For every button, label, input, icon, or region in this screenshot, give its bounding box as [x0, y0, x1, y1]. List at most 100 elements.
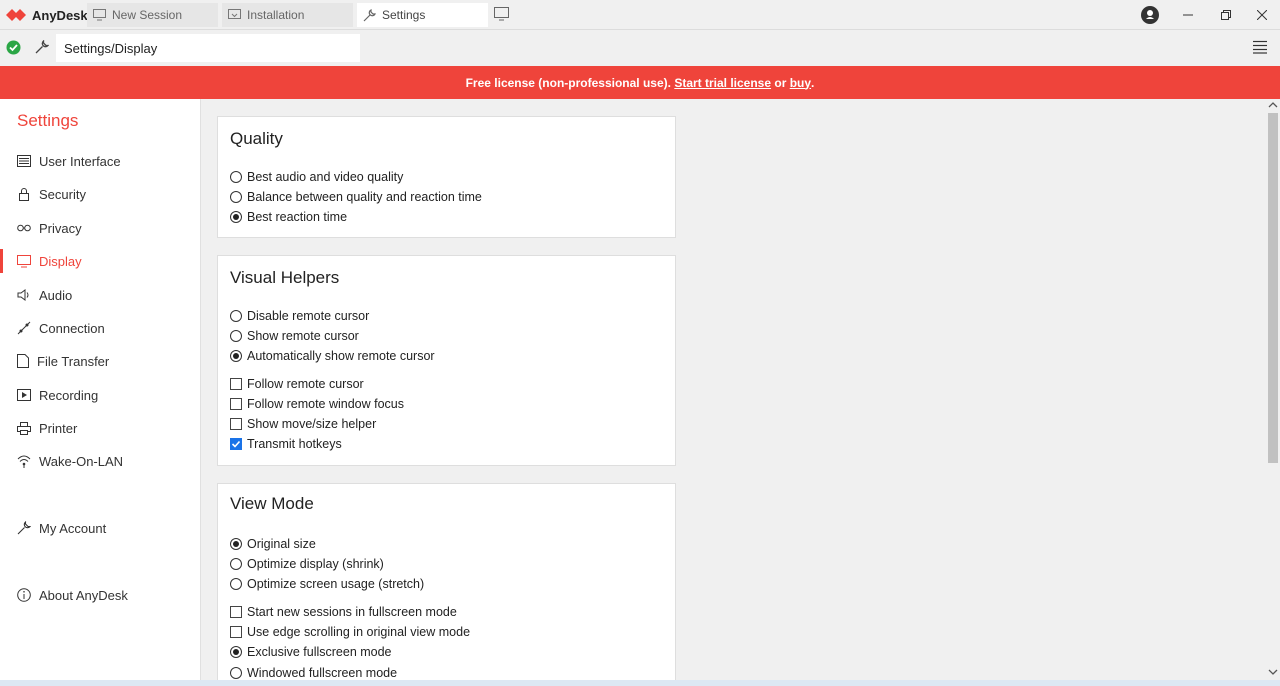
radio-optimize-stretch[interactable]: Optimize screen usage (stretch) — [230, 575, 424, 593]
sidebar-item-my-account[interactable]: My Account — [0, 514, 200, 542]
radio-button[interactable] — [230, 538, 242, 550]
checkbox-edge-scrolling[interactable]: Use edge scrolling in original view mode — [230, 623, 470, 641]
view-mode-card: View Mode Original size Optimize display… — [217, 483, 676, 680]
checkbox-follow-focus[interactable]: Follow remote window focus — [230, 395, 404, 413]
restore-icon — [1221, 10, 1231, 20]
scrollbar-thumb[interactable] — [1268, 113, 1278, 463]
close-button[interactable] — [1244, 0, 1280, 30]
banner-text-or: or — [771, 75, 790, 90]
tab-installation[interactable]: Installation — [222, 3, 353, 27]
settings-content: Quality Best audio and video quality Bal… — [201, 99, 1266, 680]
radio-button[interactable] — [230, 350, 242, 362]
connected-check-icon — [6, 40, 21, 55]
option-label: Follow remote window focus — [247, 397, 405, 411]
sidebar-item-label: About AnyDesk — [39, 587, 128, 603]
sidebar-item-label: Display — [39, 253, 82, 269]
sidebar-item-connection[interactable]: Connection — [0, 314, 200, 342]
keyboard-icon — [17, 155, 31, 167]
radio-button[interactable] — [230, 171, 242, 183]
radio-best-reaction[interactable]: Best reaction time — [230, 208, 347, 226]
tab-settings[interactable]: Settings — [357, 3, 488, 27]
option-label: Show move/size helper — [247, 417, 377, 431]
checkbox-move-size-helper[interactable]: Show move/size helper — [230, 415, 376, 433]
info-icon — [17, 588, 31, 602]
checkbox-follow-cursor[interactable]: Follow remote cursor — [230, 375, 364, 393]
vertical-scrollbar[interactable] — [1266, 99, 1280, 680]
printer-icon — [17, 421, 31, 435]
sidebar-item-label: Recording — [39, 387, 99, 403]
taskbar-edge — [0, 680, 1280, 686]
monitor-icon — [17, 254, 31, 267]
checkbox-transmit-hotkeys[interactable]: Transmit hotkeys — [230, 435, 342, 453]
address-path: Settings/Display — [64, 40, 158, 56]
option-label: Windowed fullscreen mode — [247, 666, 398, 680]
radio-button[interactable] — [230, 191, 242, 203]
checkbox[interactable] — [230, 438, 242, 450]
sidebar-item-about[interactable]: About AnyDesk — [0, 581, 200, 609]
app-brand: AnyDesk — [6, 0, 88, 30]
sidebar-title: Settings — [17, 111, 79, 130]
close-icon — [1257, 10, 1267, 20]
checkbox[interactable] — [230, 626, 242, 638]
connection-icon — [17, 321, 31, 335]
address-bar: Settings/Display — [0, 30, 1280, 66]
option-label: Follow remote cursor — [247, 377, 364, 391]
option-label: Use edge scrolling in original view mode — [247, 625, 471, 639]
option-label: Best audio and video quality — [247, 170, 404, 184]
sidebar-item-label: My Account — [39, 520, 107, 536]
sidebar-item-wake-on-lan[interactable]: Wake-On-LAN — [0, 447, 200, 475]
sidebar-item-privacy[interactable]: Privacy — [0, 214, 200, 242]
radio-button[interactable] — [230, 330, 242, 342]
sidebar-item-user-interface[interactable]: User Interface — [0, 147, 200, 175]
radio-exclusive-fullscreen[interactable]: Exclusive fullscreen mode — [230, 643, 392, 661]
license-banner: Free license (non-professional use). Sta… — [0, 66, 1280, 99]
sidebar-item-audio[interactable]: Audio — [0, 281, 200, 309]
radio-button[interactable] — [230, 578, 242, 590]
visual-helpers-card: Visual Helpers Disable remote cursor Sho… — [217, 255, 676, 466]
radio-show-cursor[interactable]: Show remote cursor — [230, 327, 359, 345]
checkbox[interactable] — [230, 418, 242, 430]
restore-button[interactable] — [1208, 0, 1244, 30]
tab-new-session[interactable]: New Session — [87, 3, 218, 27]
radio-button[interactable] — [230, 211, 242, 223]
buy-link[interactable]: buy — [790, 76, 811, 90]
radio-button[interactable] — [230, 667, 242, 679]
glasses-icon — [17, 224, 31, 232]
account-button[interactable] — [1132, 0, 1168, 30]
radio-windowed-fullscreen[interactable]: Windowed fullscreen mode — [230, 664, 397, 680]
sidebar-item-printer[interactable]: Printer — [0, 414, 200, 442]
sidebar-item-label: Connection — [39, 320, 105, 336]
radio-disable-cursor[interactable]: Disable remote cursor — [230, 307, 369, 325]
radio-button[interactable] — [230, 558, 242, 570]
new-tab-button[interactable] — [494, 7, 509, 24]
checkbox[interactable] — [230, 378, 242, 390]
radio-best-quality[interactable]: Best audio and video quality — [230, 168, 403, 186]
scroll-down-icon[interactable] — [1268, 668, 1278, 676]
radio-optimize-shrink[interactable]: Optimize display (shrink) — [230, 555, 384, 573]
start-trial-link[interactable]: Start trial license — [674, 76, 771, 90]
radio-original-size[interactable]: Original size — [230, 535, 316, 553]
menu-icon[interactable] — [1252, 40, 1268, 54]
wrench-icon — [35, 40, 49, 54]
account-icon — [1141, 6, 1159, 24]
radio-auto-cursor[interactable]: Automatically show remote cursor — [230, 347, 435, 365]
radio-button[interactable] — [230, 646, 242, 658]
checkbox[interactable] — [230, 398, 242, 410]
address-field[interactable]: Settings/Display — [56, 34, 360, 62]
tab-label: Installation — [247, 8, 305, 22]
wrench-icon — [17, 521, 31, 535]
checkbox[interactable] — [230, 606, 242, 618]
radio-balance[interactable]: Balance between quality and reaction tim… — [230, 188, 482, 206]
checkmark-icon — [231, 440, 241, 448]
scroll-up-icon[interactable] — [1268, 101, 1278, 109]
checkbox-start-fullscreen[interactable]: Start new sessions in fullscreen mode — [230, 603, 457, 621]
radio-button[interactable] — [230, 310, 242, 322]
sidebar-item-display[interactable]: Display — [0, 247, 200, 275]
option-label: Optimize display (shrink) — [247, 557, 384, 571]
minimize-button[interactable] — [1170, 0, 1206, 30]
option-label: Original size — [247, 537, 316, 551]
sidebar-item-file-transfer[interactable]: File Transfer — [0, 347, 200, 375]
sidebar-item-security[interactable]: Security — [0, 180, 200, 208]
sidebar-item-label: Privacy — [39, 220, 82, 236]
sidebar-item-recording[interactable]: Recording — [0, 381, 200, 409]
